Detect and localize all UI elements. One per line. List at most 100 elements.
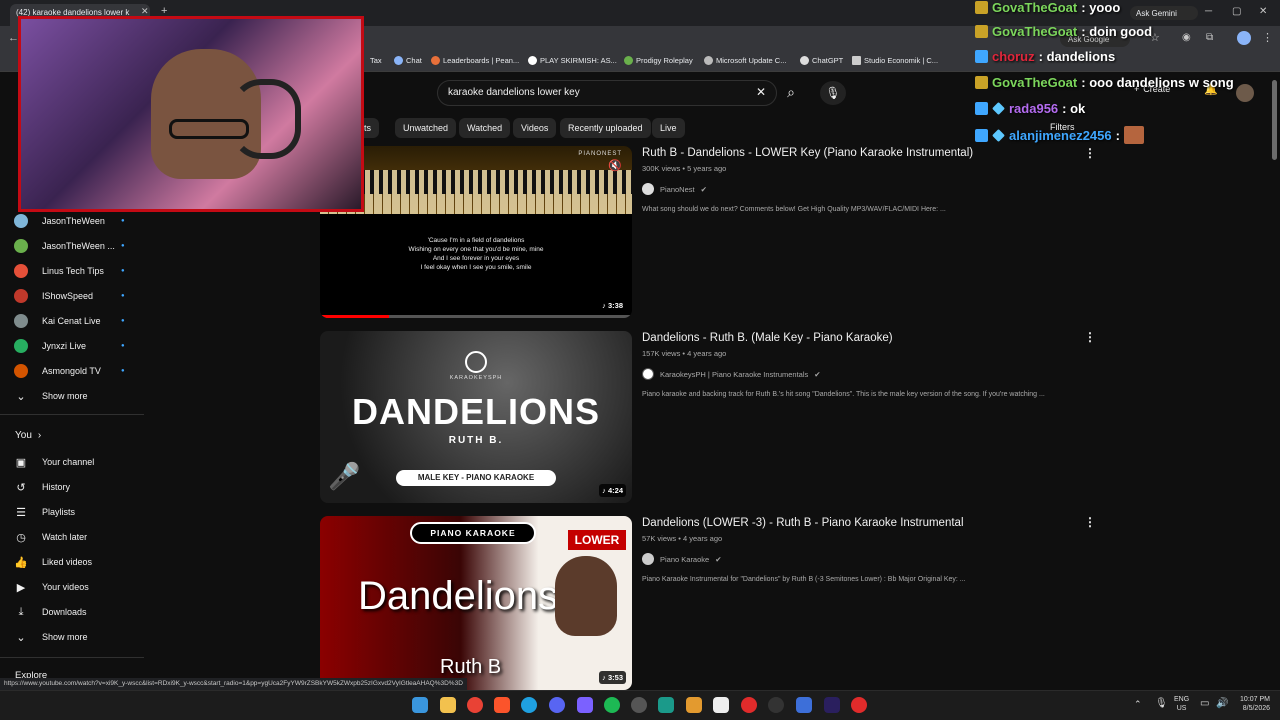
channel-avatar xyxy=(642,368,654,380)
thumbnail-pill-text: MALE KEY - PIANO KARAOKE xyxy=(417,473,535,482)
channel-avatar xyxy=(642,553,654,565)
bookmark-item[interactable]: Prodigy Roleplay xyxy=(624,56,693,65)
video-title[interactable]: Ruth B - Dandelions - LOWER Key (Piano K… xyxy=(642,147,973,159)
folder-app-icon[interactable] xyxy=(686,697,702,713)
mute-icon[interactable]: 🔇 xyxy=(608,159,622,172)
extension-icon[interactable]: ◉ xyxy=(1182,32,1191,43)
edge-icon[interactable] xyxy=(521,697,537,713)
clear-search-icon[interactable]: ✕ xyxy=(756,85,766,99)
scrollbar-thumb[interactable] xyxy=(1272,80,1277,160)
bookmark-item[interactable]: Studio Economik | C... xyxy=(852,56,938,65)
video-thumbnail[interactable]: PIANO KARAOKE LOWER Dandelions Ruth B ♪ … xyxy=(320,516,632,690)
sidebar-item-your-videos[interactable]: ▶ Your videos xyxy=(14,576,144,598)
bookmark-item[interactable]: Tax xyxy=(370,56,382,65)
show-more-subscriptions[interactable]: ⌄ Show more xyxy=(14,385,144,407)
maximize-icon[interactable]: ▢ xyxy=(1232,6,1241,17)
sidebar-item-label: Downloads xyxy=(42,607,87,617)
obs-icon[interactable] xyxy=(631,697,647,713)
brave-icon[interactable] xyxy=(494,697,510,713)
video-thumbnail[interactable]: KARAOKEYSPH DANDELIONS RUTH B. MALE KEY … xyxy=(320,331,632,503)
sidebar-item-downloads[interactable]: ⤓ Downloads xyxy=(14,601,144,623)
more-actions-icon[interactable]: ⋮ xyxy=(1084,330,1096,344)
bookmark-item[interactable]: ChatGPT xyxy=(800,56,843,65)
subscription-item[interactable]: Asmongold TV ● xyxy=(14,360,144,382)
chip-watched[interactable]: Watched xyxy=(459,118,511,138)
tasks-icon[interactable] xyxy=(796,697,812,713)
search-input[interactable]: karaoke dandelions lower key xyxy=(437,80,777,106)
bookmark-item[interactable]: Leaderboards | Pean... xyxy=(431,56,519,65)
channel-name: PianoNest xyxy=(660,184,695,194)
channel-link[interactable]: Piano Karaoke ✔ xyxy=(642,553,722,565)
notes-icon[interactable] xyxy=(713,697,729,713)
sidebar-item-label: History xyxy=(42,482,71,492)
bookmark-item[interactable]: PLAY SKIRMISH: AS... xyxy=(528,56,617,65)
channel-link[interactable]: PianoNest ✔ xyxy=(642,183,707,195)
audition-icon[interactable] xyxy=(824,697,840,713)
minimize-icon[interactable]: ─ xyxy=(1205,6,1212,17)
volume-icon[interactable]: 🔊 xyxy=(1216,698,1228,709)
file-explorer-icon[interactable] xyxy=(440,697,456,713)
profile-avatar[interactable] xyxy=(1237,31,1251,45)
video-meta-text: 300K views • 5 years ago xyxy=(642,164,727,173)
video-thumbnail[interactable]: PIANONEST 🔇 'Cause I'm in a field of dan… xyxy=(320,146,632,318)
channel-link[interactable]: KaraokeysPH | Piano Karaoke Instrumental… xyxy=(642,368,821,380)
subscription-item[interactable]: JasonTheWeen ● xyxy=(14,210,144,232)
subscription-item[interactable]: Linus Tech Tips ● xyxy=(14,260,144,282)
sidebar-item-history[interactable]: ↺ History xyxy=(14,476,144,498)
badge-icon xyxy=(975,128,988,142)
language-indicator[interactable]: ENG US xyxy=(1174,695,1189,713)
windows-start-icon[interactable] xyxy=(412,697,428,713)
sidebar-item-your-channel[interactable]: ▣ Your channel xyxy=(14,451,144,473)
creative-cloud-icon[interactable] xyxy=(851,697,867,713)
channel-name: Asmongold TV xyxy=(42,366,101,376)
close-window-icon[interactable]: ✕ xyxy=(1259,6,1267,17)
show-more-you[interactable]: ⌄ Show more xyxy=(14,626,144,648)
chip-recently-uploaded[interactable]: Recently uploaded xyxy=(560,118,651,138)
chrome-icon[interactable] xyxy=(467,697,483,713)
subscription-item[interactable]: Kai Cenat Live ● xyxy=(14,310,144,332)
sidebar-item-liked-videos[interactable]: 👍 Liked videos xyxy=(14,551,144,573)
more-actions-icon[interactable]: ⋮ xyxy=(1084,146,1096,160)
chat-msg: ooo dandelions w song xyxy=(1089,75,1234,90)
account-avatar[interactable] xyxy=(1236,84,1254,102)
spotify-icon[interactable] xyxy=(604,697,620,713)
4k-app-icon[interactable] xyxy=(768,697,784,713)
voice-search-button[interactable]: 🎙 xyxy=(820,81,846,105)
search-button[interactable]: ⌕ xyxy=(777,80,805,106)
bookmark-label: Prodigy Roleplay xyxy=(636,56,693,65)
chat-message: rada956 : ok xyxy=(975,101,1085,116)
grid-app-icon[interactable] xyxy=(577,697,593,713)
subscription-item[interactable]: Jynxzi Live ● xyxy=(14,335,144,357)
chip-unwatched[interactable]: Unwatched xyxy=(395,118,457,138)
discord-icon[interactable] xyxy=(549,697,565,713)
video-title[interactable]: Dandelions - Ruth B. (Male Key - Piano K… xyxy=(642,332,893,344)
record-app-icon[interactable] xyxy=(741,697,757,713)
tray-mic-icon[interactable]: 🎙 xyxy=(1155,698,1168,709)
ask-gemini-label: Ask Gemini xyxy=(1136,9,1177,18)
sidebar-item-label: Your videos xyxy=(42,582,89,592)
progress-fill xyxy=(320,315,389,318)
stream-tool-icon[interactable] xyxy=(658,697,674,713)
channel-name: KaraokeysPH | Piano Karaoke Instrumental… xyxy=(660,369,809,379)
thumbnail-brand: KARAOKEYSPH xyxy=(320,375,632,381)
ask-gemini-button[interactable]: Ask Gemini xyxy=(1130,6,1198,20)
more-actions-icon[interactable]: ⋮ xyxy=(1084,515,1096,529)
subscription-item[interactable]: JasonTheWeen ... ● xyxy=(14,235,144,257)
bookmark-item[interactable]: Microsoft Update C... xyxy=(704,56,786,65)
sidebar-item-watch-later[interactable]: ◷ Watch later xyxy=(14,526,144,548)
puzzle-icon[interactable]: ⧉ xyxy=(1206,32,1213,43)
video-title[interactable]: Dandelions (LOWER -3) - Ruth B - Piano K… xyxy=(642,517,964,529)
clock[interactable]: 10:07 PM 8/5/2026 xyxy=(1234,695,1270,713)
monitor-icon[interactable]: ▭ xyxy=(1200,698,1209,709)
sidebar-item-playlists[interactable]: ☰ Playlists xyxy=(14,501,144,523)
bookmark-item[interactable]: Chat xyxy=(394,56,422,65)
you-section-header[interactable]: You › xyxy=(15,430,41,441)
menu-dots-icon[interactable]: ⋮ xyxy=(1262,31,1273,44)
tray-chevron-icon[interactable]: ⌃ xyxy=(1134,699,1142,710)
chat-text: : xyxy=(1115,127,1120,143)
chip-live[interactable]: Live xyxy=(652,118,685,138)
chip-label: Watched xyxy=(467,123,503,133)
chat-icon xyxy=(394,56,403,65)
chip-videos[interactable]: Videos xyxy=(513,118,557,138)
subscription-item[interactable]: IShowSpeed ● xyxy=(14,285,144,307)
